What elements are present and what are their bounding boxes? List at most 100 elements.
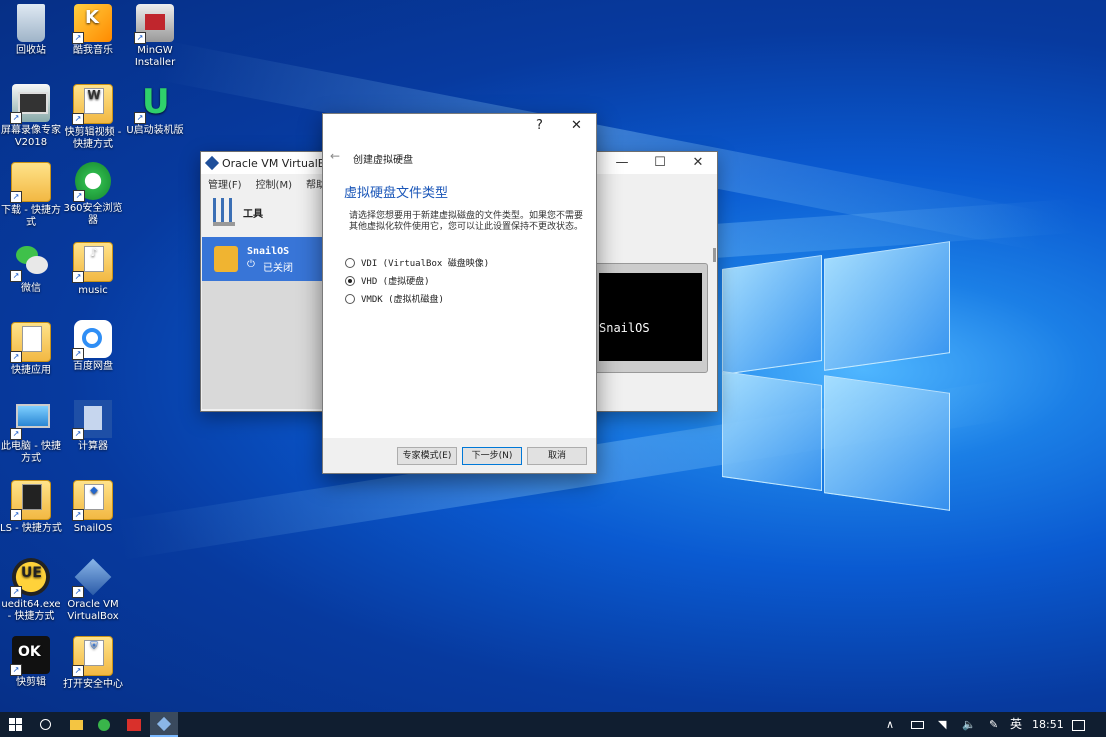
option-vmdk-label: VMDK (虚拟机磁盘) [361,295,444,305]
option-vhd-label: VHD (虚拟硬盘) [361,277,430,287]
desktop-icon-ls-shortcut[interactable]: ↗ LS - 快捷方式 [0,480,62,535]
vm-state: 已关闭 [263,263,293,274]
vm-preview-screen: SnailOS [599,273,702,361]
menu-manage[interactable]: 管理(F) [208,176,242,191]
taskbar-360-browser[interactable] [90,712,118,737]
folder-icon: ⛨ ↗ [72,636,113,677]
calculator-icon: ↗ [72,400,112,440]
maximize-button[interactable]: ☐ [641,152,679,174]
vbox-title: Oracle VM VirtualBox [222,156,339,170]
expert-mode-button[interactable]: 专家模式(E) [397,447,457,465]
minimize-button[interactable]: — [603,152,641,174]
dialog-button-bar: 专家模式(E) 下一步(N) 取消 [323,438,596,473]
dialog-title: 创建虚拟硬盘 [353,155,413,166]
folder-icon: ♪ ↗ [72,242,113,283]
pen-icon[interactable]: ✎ [989,712,998,737]
start-button[interactable] [0,712,30,737]
browser-360-icon: ↗ [73,162,111,202]
folder-icon: ↗ [10,162,51,203]
desktop-icon-kuwo-music[interactable]: K ↗ 酷我音乐 [62,4,124,57]
clock[interactable]: 18:51 [1032,712,1064,737]
screen-recorder-icon: ↗ [10,84,50,124]
dialog-content: ← 创建虚拟硬盘 虚拟硬盘文件类型 请选择您想要用于新建虚拟磁盘的文件类型。如果… [323,140,596,438]
kuwo-music-icon: K ↗ [72,4,112,44]
browser-360-icon [98,718,110,731]
ime-indicator[interactable]: 英 [1010,712,1022,737]
file-explorer-icon [69,719,83,730]
desktop-icon-wechat[interactable]: ↗ 微信 [0,242,62,295]
next-button[interactable]: 下一步(N) [462,447,522,465]
desktop-icon-uedit64[interactable]: UE ↗ uedit64.exe - 快捷方式 [0,558,62,623]
tray-overflow-icon[interactable]: ∧ [886,712,894,737]
baidu-netdisk-icon: ↗ [72,320,112,360]
windows-start-icon [8,718,22,731]
vm-os-icon [214,246,238,272]
search-icon [39,719,51,730]
desktop-icon-recycle-bin[interactable]: 回收站 [0,4,62,57]
folder-icon: W ↗ [72,84,113,125]
wechat-icon: ↗ [10,242,50,282]
network-icon[interactable]: ◥ [938,712,946,737]
option-vdi[interactable]: VDI (VirtualBox 磁盘映像) [345,256,489,269]
folder-icon: ↗ [10,480,51,521]
vm-preview-text: SnailOS [599,321,650,335]
desktop-icon-mingw[interactable]: ↗ MinGW Installer [124,4,186,69]
battery-icon[interactable] [911,712,924,737]
computer-icon: ↗ [10,400,50,440]
desktop-icon-kuaijianji[interactable]: OK ↗ 快剪辑 [0,636,62,689]
dialog-close-button[interactable]: ✕ [571,118,582,133]
desktop-icon-uqidong[interactable]: U ↗ U启动装机版 [124,84,186,137]
radio-vdi[interactable] [345,257,355,268]
folder-icon: ◆ ↗ [72,480,113,521]
virtualbox-icon: ↗ [72,558,112,598]
vm-preview: SnailOS [594,263,708,373]
tools-icon [213,198,235,226]
desktop-icon-snailos[interactable]: ◆ ↗ SnailOS [62,480,124,535]
cancel-button[interactable]: 取消 [527,447,587,465]
menu-control[interactable]: 控制(M) [256,176,292,191]
desktop-icon-baidu-netdisk[interactable]: ↗ 百度网盘 [62,320,124,373]
kuaijianji-icon: OK ↗ [10,636,50,676]
windows-logo-pane [722,254,822,376]
volume-icon[interactable]: 🔈 [962,712,976,737]
desktop-icon-quick-apps[interactable]: ↗ 快捷应用 [0,322,62,377]
dialog-titlebar[interactable]: ? ✕ [323,114,596,140]
radio-vhd[interactable] [345,275,355,286]
notification-center-icon[interactable] [1072,712,1085,737]
close-button[interactable]: ✕ [679,152,717,174]
power-off-icon: ⏻ [247,259,255,270]
create-virtual-disk-dialog: ? ✕ ← 创建虚拟硬盘 虚拟硬盘文件类型 请选择您想要用于新建虚拟磁盘的文件类… [322,113,597,474]
desktop-icon-this-pc-shortcut[interactable]: ↗ 此电脑 - 快捷方式 [0,400,62,465]
radio-vmdk[interactable] [345,293,355,304]
wps-icon [127,718,141,731]
windows-logo-pane [824,375,950,511]
search-button[interactable] [30,712,60,737]
vm-list-item-snailos[interactable]: SnailOS ⏻ 已关闭 [202,237,322,281]
desktop-icon-virtualbox[interactable]: ↗ Oracle VM VirtualBox [62,558,124,623]
desktop-icon-security-center[interactable]: ⛨ ↗ 打开安全中心 [62,636,124,691]
taskbar-wps[interactable] [120,712,148,737]
desktop-icon-music[interactable]: ♪ ↗ music [62,242,124,297]
option-vmdk[interactable]: VMDK (虚拟机磁盘) [345,292,444,305]
desktop-icon-screen-recorder[interactable]: ↗ 屏幕录像专家V2018 [0,84,62,149]
uqidong-icon: U ↗ [134,84,174,124]
tools-label: 工具 [243,208,263,220]
taskbar: ∧ ◥ 🔈 ✎ 英 18:51 [0,712,1106,737]
virtualbox-icon [156,716,172,731]
taskbar-file-explorer[interactable] [62,712,90,737]
back-arrow-icon[interactable]: ← [330,149,340,163]
folder-icon: ↗ [10,322,51,363]
vm-name: SnailOS [247,246,290,257]
vbox-scrollbar[interactable] [713,248,716,262]
desktop-icon-kuaijianji-shortcut[interactable]: W ↗ 快剪辑视频 - 快捷方式 [62,84,124,151]
windows-logo-pane [824,241,950,371]
page-heading: 虚拟硬盘文件类型 [344,186,449,201]
option-vdi-label: VDI (VirtualBox 磁盘映像) [361,259,490,269]
desktop-icon-360-browser[interactable]: ↗ 360安全浏览器 [62,162,124,227]
desktop-icon-downloads-shortcut[interactable]: ↗ 下载 - 快捷方式 [0,162,62,229]
help-button[interactable]: ? [536,118,543,133]
desktop-icon-calculator[interactable]: ↗ 计算器 [62,400,124,453]
taskbar-virtualbox[interactable] [150,712,178,737]
mingw-installer-icon: ↗ [134,4,174,44]
option-vhd[interactable]: VHD (虚拟硬盘) [345,274,430,287]
